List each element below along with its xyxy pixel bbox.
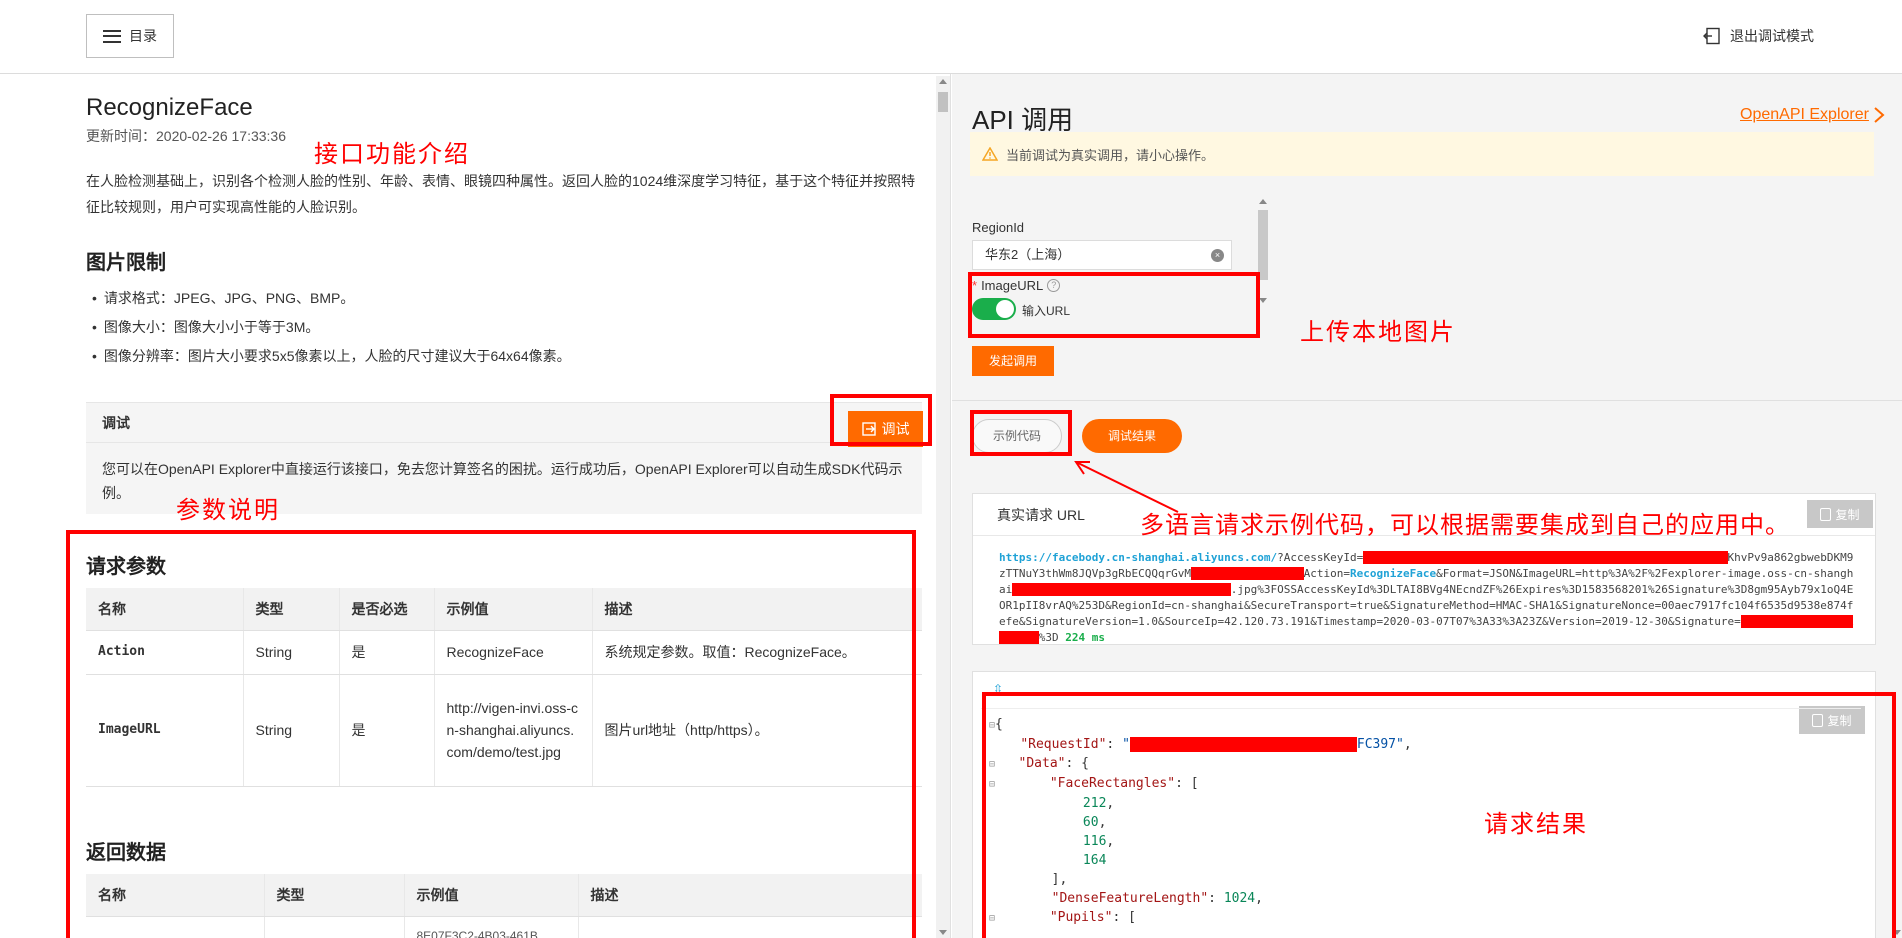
debug-heading: 调试	[86, 403, 922, 443]
list-item: 图像分辨率：图片大小要求5x5像素以上，人脸的尺寸建议大于64x64像素。	[92, 342, 571, 371]
scroll-up-icon[interactable]	[1259, 199, 1267, 204]
annotation-upload: 上传本地图片	[1300, 318, 1456, 346]
openapi-explorer-label: OpenAPI Explorer	[1740, 106, 1869, 123]
warning-icon	[982, 147, 998, 161]
chevron-right-icon	[1874, 107, 1885, 123]
doc-scrollbar[interactable]	[936, 76, 950, 938]
annotation-sample: 多语言请求示例代码，可以根据需要集成到自己的应用中。	[1140, 511, 1790, 539]
annotation-box-result	[982, 692, 1896, 938]
exit-debug-label: 退出调试模式	[1730, 28, 1814, 44]
exit-icon	[1703, 27, 1720, 45]
image-limit-list: 请求格式：JPEG、JPG、PNG、BMP。 图像大小：图像大小小于等于3M。 …	[92, 284, 571, 371]
copy-label: 复制	[1835, 507, 1860, 522]
url-part: %3D	[1038, 631, 1059, 644]
api-intro: 在人脸检测基础上，识别各个检测人脸的性别、年龄、表情、眼镜四种属性。返回人脸的1…	[86, 173, 916, 215]
toc-button[interactable]: 目录	[86, 14, 174, 58]
updated-time: 更新时间：2020-02-26 17:33:36	[86, 128, 286, 144]
panel-divider[interactable]	[950, 74, 951, 938]
scroll-down-icon[interactable]	[1259, 298, 1267, 303]
exit-debug-mode-button[interactable]: 退出调试模式	[1703, 26, 1814, 46]
response-time: 224 ms	[1065, 631, 1105, 644]
scrollbar-thumb[interactable]	[1258, 210, 1268, 280]
annotation-result: 请求结果	[1484, 810, 1588, 838]
annotation-box-params	[66, 530, 916, 938]
url-part: Action=	[1303, 567, 1351, 580]
tab-debug-result[interactable]: 调试结果	[1082, 419, 1182, 453]
list-item: 图像大小：图像大小小于等于3M。	[92, 313, 571, 342]
url-host: https://facebody.cn-shanghai.aliyuncs.co…	[999, 551, 1278, 564]
menu-icon	[103, 29, 121, 43]
annotation-intro: 接口功能介绍	[314, 140, 470, 168]
warning-text: 当前调试为真实调用，请小心操作。	[1006, 147, 1215, 163]
request-url-text[interactable]: https://facebody.cn-shanghai.aliyuncs.co…	[999, 550, 1859, 646]
scroll-up-icon[interactable]	[939, 79, 947, 84]
toc-label: 目录	[129, 28, 157, 44]
regionid-value: 华东2（上海）	[985, 247, 1071, 262]
annotation-params: 参数说明	[176, 496, 280, 524]
annotation-arrow-icon	[1074, 461, 1179, 513]
url-part: ?AccessKeyId=	[1277, 551, 1364, 564]
warning-bar: 当前调试为真实调用，请小心操作。	[970, 132, 1874, 176]
image-limit-heading: 图片限制	[86, 252, 166, 274]
copy-url-button[interactable]: 复制	[1807, 500, 1873, 528]
redaction-mark: XXXXXXXXXXXXXXXXX	[1191, 567, 1304, 580]
scroll-down-icon[interactable]	[939, 930, 947, 935]
openapi-explorer-link[interactable]: OpenAPI Explorer	[1740, 106, 1885, 124]
annotation-box-sample	[970, 410, 1072, 456]
scrollbar-thumb[interactable]	[938, 92, 948, 112]
top-bar: 目录 退出调试模式	[0, 0, 1902, 74]
invoke-button[interactable]: 发起调用	[972, 346, 1054, 376]
redaction-mark: XXXXXXXXXXXXXXXXXXXXXXXXXXXXXXXXX	[1012, 583, 1231, 596]
url-action: RecognizeFace	[1350, 567, 1437, 580]
annotation-box-upload	[968, 272, 1260, 338]
regionid-select[interactable]: 华东2（上海） ×	[972, 240, 1232, 270]
api-title: RecognizeFace	[86, 94, 253, 121]
list-item: 请求格式：JPEG、JPG、PNG、BMP。	[92, 284, 571, 313]
redaction-mark: XXXXXXXXXXXXXXXXXXXXXXXXXXXXXXXXXXXXXXXX…	[1363, 551, 1728, 564]
copy-icon	[1820, 507, 1832, 521]
annotation-box-debug	[830, 394, 932, 446]
clear-icon[interactable]: ×	[1211, 249, 1224, 262]
regionid-label: RegionId	[972, 220, 1025, 235]
